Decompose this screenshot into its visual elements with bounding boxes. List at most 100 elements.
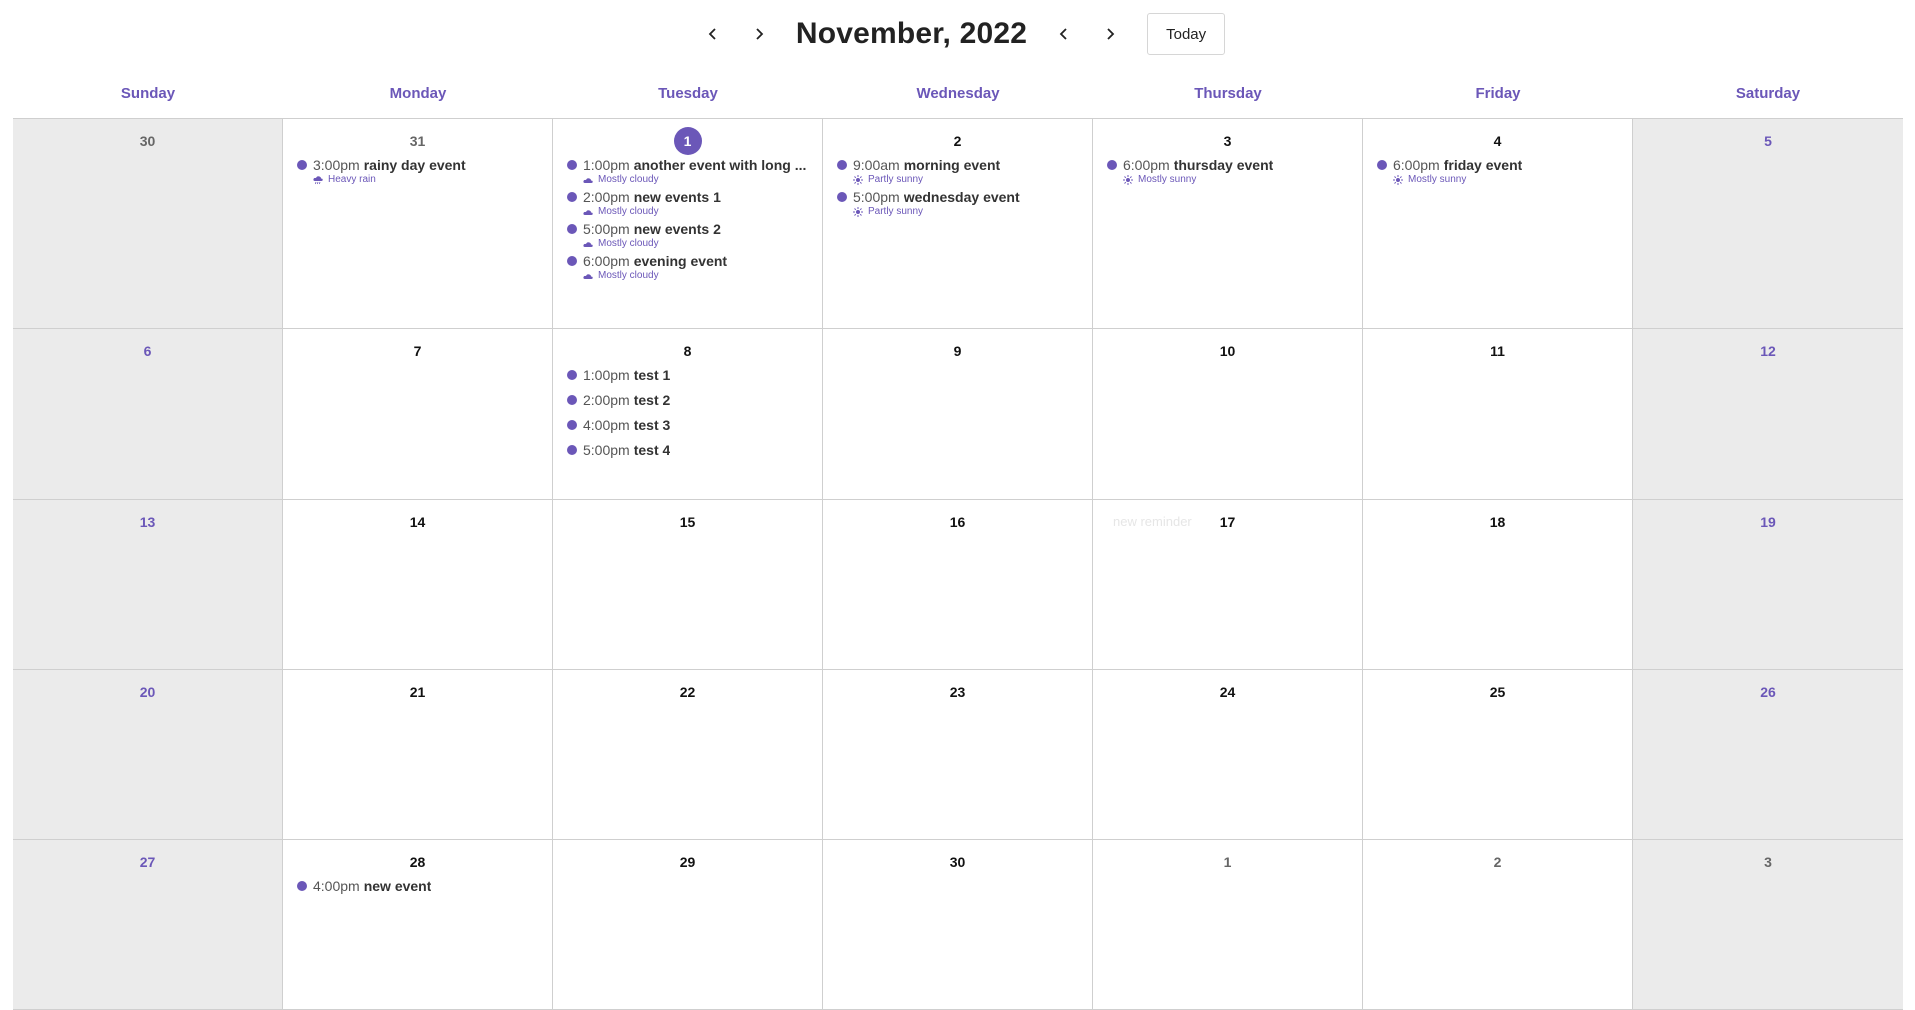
day-number-text: 27 — [139, 854, 156, 870]
day-cell[interactable]: 5 — [1633, 119, 1903, 329]
day-number: 13 — [13, 508, 282, 536]
event-list: 3:00pm rainy day event Heavy rain — [283, 157, 552, 185]
chevron-right-icon — [756, 28, 764, 40]
weekday-label-friday: Friday — [1475, 84, 1521, 102]
calendar-event[interactable]: 1:00pm another event with long ... Mostly … — [567, 157, 812, 185]
day-cell[interactable]: 20 — [13, 670, 283, 840]
event-dot-icon — [567, 224, 577, 234]
event-dot-icon — [1377, 160, 1387, 170]
day-number-text: 1 — [1223, 854, 1232, 870]
day-cell[interactable]: 31 3:00pm rainy day event Heavy rain — [283, 119, 553, 329]
calendar-event[interactable]: 1:00pm test 1 — [567, 367, 812, 383]
day-cell[interactable]: 3 6:00pm thursday event Mostly sunny — [1093, 119, 1363, 329]
day-cell[interactable]: 14 — [283, 500, 553, 670]
day-cell[interactable]: 1 1:00pm another event with long ... Mostly… — [553, 119, 823, 329]
day-number-text: 2 — [1493, 854, 1502, 870]
day-number-text: 10 — [1219, 343, 1236, 359]
day-cell[interactable]: 7 — [283, 329, 553, 500]
next-year-button[interactable] — [1087, 14, 1133, 54]
day-cell[interactable]: 8 1:00pm test 1 2:00pm test 2 4:00pm test 3 5:0… — [553, 329, 823, 500]
day-cell[interactable]: 30 — [823, 840, 1093, 1010]
calendar-event[interactable]: 6:00pm friday event Mostly sunny — [1377, 157, 1622, 185]
weather-text: Mostly sunny — [1408, 174, 1467, 185]
event-list: 4:00pm new event — [283, 878, 552, 894]
day-cell[interactable]: 2 9:00am morning event Partly sunny 5:00pm we… — [823, 119, 1093, 329]
day-number: 23 — [823, 678, 1092, 706]
prev-year-button[interactable] — [1041, 14, 1087, 54]
day-number-text: 18 — [1489, 514, 1506, 530]
event-line: 1:00pm another event with long ... — [567, 157, 812, 173]
day-number-text: 13 — [139, 514, 156, 530]
calendar-event[interactable]: 2:00pm test 2 — [567, 392, 812, 408]
day-number-text: 31 — [409, 133, 426, 149]
weekday-label-saturday: Saturday — [1735, 84, 1801, 102]
day-number-text: 3 — [1764, 854, 1772, 870]
day-cell[interactable]: 24 — [1093, 670, 1363, 840]
prev-month-button[interactable] — [690, 14, 736, 54]
day-cell[interactable]: 3 — [1633, 840, 1903, 1010]
event-title: test 1 — [633, 367, 671, 383]
day-number-text: 23 — [949, 684, 966, 700]
day-cell[interactable]: 6 — [13, 329, 283, 500]
day-number: 31 — [283, 127, 552, 155]
day-cell[interactable]: 21 — [283, 670, 553, 840]
calendar-event[interactable]: 6:00pm evening event Mostly cloudy — [567, 253, 812, 281]
day-cell[interactable]: 29 — [553, 840, 823, 1010]
day-number-text: 14 — [409, 514, 426, 530]
day-number-text: 28 — [409, 854, 426, 870]
day-cell[interactable]: 16 — [823, 500, 1093, 670]
cloud-icon — [583, 273, 593, 279]
day-cell[interactable]: 19 — [1633, 500, 1903, 670]
day-cell[interactable]: 9 — [823, 329, 1093, 500]
day-cell[interactable]: 13 — [13, 500, 283, 670]
day-number: 4 — [1363, 127, 1632, 155]
day-cell[interactable]: 28 4:00pm new event — [283, 840, 553, 1010]
day-number: 5 — [1633, 127, 1903, 155]
day-cell[interactable]: 10 — [1093, 329, 1363, 500]
calendar-event[interactable]: 4:00pm new event — [297, 878, 542, 894]
day-number-text: 24 — [1219, 684, 1236, 700]
event-title: another event with long ... — [633, 157, 807, 173]
calendar-event[interactable]: 5:00pm wednesday event Partly sunny — [837, 189, 1082, 217]
weekday-label-tuesday: Tuesday — [658, 84, 718, 102]
day-cell[interactable]: 25 — [1363, 670, 1633, 840]
calendar-event[interactable]: 6:00pm thursday event Mostly sunny — [1107, 157, 1352, 185]
event-weather: Mostly cloudy — [583, 238, 812, 249]
day-cell[interactable]: 15 — [553, 500, 823, 670]
calendar-event[interactable]: 9:00am morning event Partly sunny — [837, 157, 1082, 185]
calendar-event[interactable]: 3:00pm rainy day event Heavy rain — [297, 157, 542, 185]
day-number-text: 17 — [1219, 514, 1236, 530]
calendar-event[interactable]: 2:00pm new events 1 Mostly cloudy — [567, 189, 812, 217]
day-cell[interactable]: 26 — [1633, 670, 1903, 840]
event-line: 4:00pm new event — [297, 878, 542, 894]
calendar-event[interactable]: 4:00pm test 3 — [567, 417, 812, 433]
day-cell[interactable]: 11 — [1363, 329, 1633, 500]
day-number: 22 — [553, 678, 822, 706]
day-number: 11 — [1363, 337, 1632, 365]
day-cell[interactable]: 1 — [1093, 840, 1363, 1010]
event-line: 2:00pm test 2 — [567, 392, 812, 408]
day-cell[interactable]: 27 — [13, 840, 283, 1010]
event-weather: Heavy rain — [313, 174, 542, 185]
day-cell[interactable]: 12 — [1633, 329, 1903, 500]
event-line: 5:00pm wednesday event — [837, 189, 1082, 205]
new-reminder-placeholder[interactable]: new reminder — [1113, 508, 1192, 536]
event-weather: Mostly cloudy — [583, 174, 812, 185]
event-time: 2:00pm — [583, 392, 630, 408]
day-number: 20 — [13, 678, 282, 706]
day-cell[interactable]: 4 6:00pm friday event Mostly sunny — [1363, 119, 1633, 329]
calendar-event[interactable]: 5:00pm test 4 — [567, 442, 812, 458]
day-cell[interactable]: 18 — [1363, 500, 1633, 670]
today-button[interactable]: Today — [1147, 13, 1226, 55]
weekday-label-thursday: Thursday — [1194, 84, 1262, 102]
day-cell[interactable]: 17 new reminder — [1093, 500, 1363, 670]
day-cell[interactable]: 23 — [823, 670, 1093, 840]
day-cell[interactable]: 2 — [1363, 840, 1633, 1010]
next-month-button[interactable] — [736, 14, 782, 54]
event-line: 6:00pm friday event — [1377, 157, 1622, 173]
day-number-text: 25 — [1489, 684, 1506, 700]
day-cell[interactable]: 22 — [553, 670, 823, 840]
event-time: 4:00pm — [583, 417, 630, 433]
calendar-event[interactable]: 5:00pm new events 2 Mostly cloudy — [567, 221, 812, 249]
day-cell[interactable]: 30 — [13, 119, 283, 329]
